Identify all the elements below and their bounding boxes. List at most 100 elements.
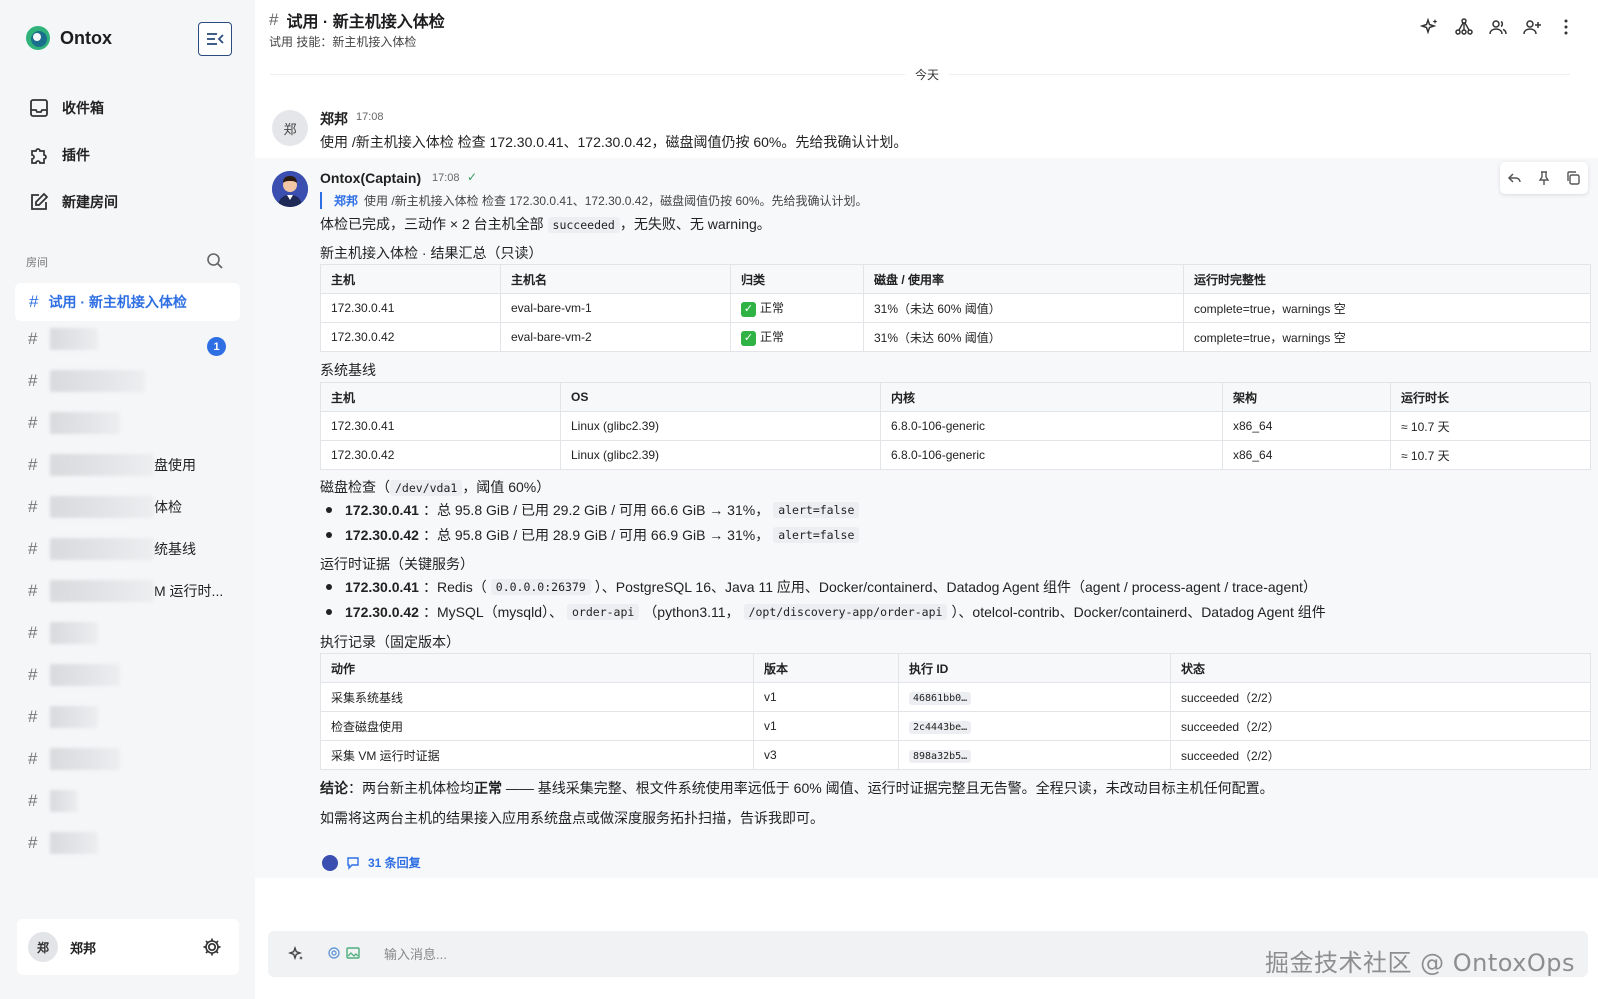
current-user-card[interactable]: 郑 郑邦 (17, 919, 239, 975)
room-item[interactable]: # (28, 788, 78, 814)
settings-cog-icon[interactable] (326, 945, 342, 961)
reply-icon[interactable] (1507, 170, 1523, 186)
nav-plugins[interactable]: 插件 (28, 144, 90, 166)
room-item-active[interactable]: # 试用 · 新主机接入体检 (15, 283, 240, 321)
inline-code: /opt/discovery-app/order-api (743, 604, 948, 620)
more-vertical-icon[interactable] (1556, 17, 1576, 37)
redacted-room-name (50, 496, 154, 518)
collapse-sidebar-button[interactable] (198, 22, 232, 56)
room-item[interactable]: # (28, 410, 120, 436)
header-toolbar (1420, 17, 1576, 37)
bullet (326, 507, 332, 513)
table-cell: ✓ 正常 (730, 322, 864, 352)
room-item[interactable]: # 盘使用 (28, 452, 196, 478)
members-icon[interactable] (1488, 17, 1508, 37)
sidebar-collapse-icon (207, 33, 224, 45)
brand-name: Ontox (60, 27, 112, 48)
room-item[interactable]: # M 运行时... (28, 578, 223, 604)
conclusion-label: 结论 (320, 780, 348, 796)
disk-check-title: 磁盘检查（/dev/vda1 ，阈值 60%） (320, 477, 550, 497)
table-cell: v3 (753, 740, 899, 770)
column-header: 磁盘 / 使用率 (863, 264, 1184, 294)
column-header: 主机名 (500, 264, 731, 294)
conclusion-line: 结论：两台新主机体检均正常 —— 基线采集完整、根文件系统使用率远低于 60% … (320, 778, 1274, 798)
topology-icon[interactable] (1454, 17, 1474, 37)
list-item: 172.30.0.41 ：Redis（ 0.0.0.0:26379 ）、Postgre… (326, 577, 1317, 597)
table-cell: Linux (glibc2.39) (560, 411, 881, 441)
section-title: 运行时证据（关键服务） (320, 556, 474, 572)
room-item[interactable]: # 体检 (28, 494, 182, 520)
avatar: 郑 (28, 932, 58, 962)
execution-id: 2c4443be… (909, 721, 972, 734)
table-row: 172.30.0.41 Linux (glibc2.39) 6.8.0-106-… (320, 411, 1591, 441)
message-input[interactable] (384, 944, 1284, 964)
room-name-suffix: 体检 (154, 499, 182, 515)
room-name-suffix: 盘使用 (154, 457, 196, 473)
list-text: ：Redis（ (422, 579, 487, 595)
inline-code: 0.0.0.0:26379 (490, 579, 591, 595)
hash-icon: # (269, 10, 279, 29)
comment-icon (347, 856, 359, 870)
section-text: 磁盘检查（ (320, 479, 390, 495)
table-cell: 172.30.0.41 (320, 293, 501, 323)
room-item[interactable]: # (28, 620, 98, 646)
hash-icon: # (28, 833, 38, 852)
nav-new-room[interactable]: 新建房间 (28, 191, 118, 213)
bullet (326, 532, 332, 538)
room-item[interactable]: # (28, 368, 145, 394)
table-row: 172.30.0.42 eval-bare-vm-2 ✓ 正常 31%（未达 60… (320, 322, 1591, 352)
room-item[interactable]: # (28, 704, 98, 730)
room-item[interactable]: # (28, 326, 98, 352)
gear-icon[interactable] (201, 936, 223, 958)
redacted-room-name (50, 748, 120, 770)
section-text: ，阈值 60%） (462, 479, 551, 495)
add-user-icon[interactable] (1522, 17, 1542, 37)
column-header: 内核 (880, 382, 1223, 412)
copy-icon[interactable] (1565, 170, 1581, 186)
hash-icon: # (28, 413, 38, 432)
room-item[interactable]: # 统基线 (28, 536, 196, 562)
brand[interactable]: Ontox (24, 24, 112, 52)
table-cell: 172.30.0.41 (320, 411, 561, 441)
rooms-search-button[interactable] (206, 252, 224, 273)
table-title: 执行记录（固定版本） (320, 634, 460, 650)
bot-avatar[interactable] (272, 171, 308, 207)
nav-new-room-label: 新建房间 (62, 194, 118, 210)
table-cell: v1 (753, 711, 899, 741)
summary-text: ，无失败、无 warning。 (619, 216, 771, 232)
room-item[interactable]: # (28, 746, 120, 772)
puzzle-icon (31, 148, 47, 164)
list-text: ：MySQL（mysqld）、 (422, 604, 563, 620)
bullet (326, 584, 332, 590)
table-cell: succeeded（2/2） (1170, 740, 1591, 770)
list-text: ：总 95.8 GiB / 已用 29.2 GiB / 可用 66.6 GiB … (422, 502, 770, 518)
hash-icon: # (28, 497, 38, 516)
summary-text: 体检已完成，三动作 × 2 台主机全部 (320, 216, 544, 232)
pin-icon[interactable] (1536, 170, 1552, 186)
room-item[interactable]: # (28, 830, 98, 856)
column-header: 状态 (1170, 653, 1591, 683)
execution-id: 898a32b5… (909, 750, 972, 763)
room-item[interactable]: # (28, 662, 120, 688)
table-cell: x86_64 (1222, 440, 1391, 470)
image-icon[interactable] (345, 945, 361, 961)
list-text: ：总 95.8 GiB / 已用 28.9 GiB / 可用 66.9 GiB … (422, 527, 770, 543)
summary-line: 体检已完成，三动作 × 2 台主机全部 succeeded ，无失败、无 warn… (320, 214, 771, 234)
list-item: 172.30.0.42 ：MySQL（mysqld）、 order-api （pyth… (326, 602, 1326, 622)
hash-icon: # (28, 707, 38, 726)
column-header: 版本 (753, 653, 899, 683)
column-header: 归类 (730, 264, 864, 294)
quoted-message[interactable]: 郑邦 使用 /新主机接入体检 检查 172.30.0.41、172.30.0.4… (320, 192, 868, 209)
message-author[interactable]: 郑邦 (320, 109, 348, 129)
thread-replies-link[interactable]: 31 条回复 (322, 854, 421, 871)
sparkle-icon[interactable] (288, 945, 306, 963)
table-cell: 采集系统基线 (320, 682, 754, 712)
table-cell: ≈ 10.7 天 (1390, 411, 1591, 441)
column-header: 动作 (320, 653, 754, 683)
check-mark-icon: ✓ (741, 330, 756, 346)
message-author[interactable]: Ontox(Captain) (320, 170, 421, 186)
sparkle-icon[interactable] (1420, 17, 1440, 37)
nav-inbox[interactable]: 收件箱 (28, 97, 104, 119)
avatar[interactable]: 郑 (272, 110, 308, 146)
redacted-room-name (50, 622, 98, 644)
